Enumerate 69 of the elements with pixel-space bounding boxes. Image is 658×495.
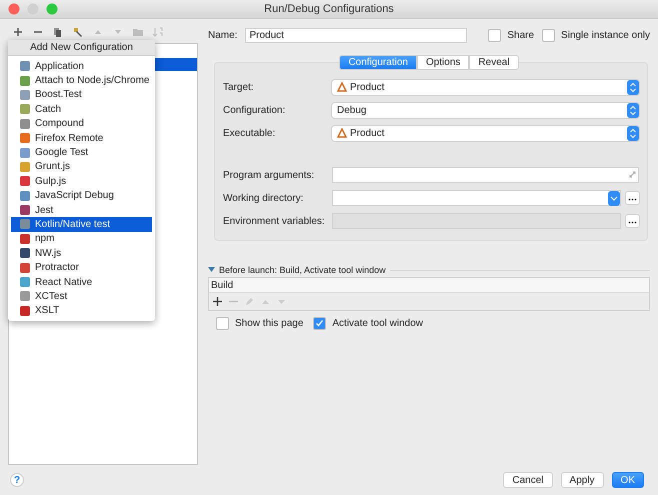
- window-title: Run/Debug Configurations: [264, 3, 394, 15]
- checkbox[interactable]: [542, 28, 556, 42]
- popup-item[interactable]: Catch: [11, 102, 152, 117]
- checkbox-label: Single instance only: [561, 30, 650, 40]
- field-label: Working directory:: [223, 192, 304, 204]
- field-label: Program arguments:: [223, 170, 316, 180]
- popup-item[interactable]: Boost.Test: [11, 88, 152, 102]
- ellipsis-icon: [628, 198, 637, 200]
- name-label: Name:: [208, 30, 238, 40]
- name-field[interactable]: Product: [245, 28, 468, 42]
- checkbox-label: Activate tool window: [332, 318, 423, 329]
- dialog-button[interactable]: Cancel: [503, 472, 553, 488]
- pencil-icon[interactable]: [245, 297, 254, 306]
- input-field[interactable]: [332, 167, 639, 183]
- tab[interactable]: Options: [416, 55, 470, 70]
- popup-item[interactable]: Compound: [11, 116, 152, 131]
- field-label: Configuration:: [223, 104, 286, 116]
- window-control-icon[interactable]: [27, 3, 39, 15]
- stepper-icon[interactable]: [627, 80, 639, 94]
- select-field[interactable]: Product: [332, 80, 639, 94]
- list-item[interactable]: Build: [209, 278, 649, 293]
- popup-item[interactable]: NW.js: [11, 246, 152, 260]
- popup-item[interactable]: npm: [11, 232, 152, 246]
- add-icon[interactable]: [12, 26, 24, 38]
- help-button[interactable]: ?: [10, 473, 24, 487]
- popup-title: Add New Configuration: [8, 40, 155, 56]
- checkbox-label: Show this page: [235, 318, 304, 329]
- checkbox-label: Share: [507, 30, 534, 40]
- popup-item[interactable]: Protractor: [11, 260, 152, 275]
- checkbox[interactable]: [216, 317, 229, 330]
- popup-item[interactable]: Application: [11, 59, 152, 74]
- copy-icon[interactable]: [52, 26, 64, 38]
- popup-item[interactable]: Gulp.js: [11, 174, 152, 189]
- stepper-icon[interactable]: [627, 126, 639, 140]
- browse-button[interactable]: [625, 191, 640, 205]
- checkmark-icon: [315, 319, 324, 328]
- expand-triangle-icon[interactable]: [208, 267, 215, 273]
- add-icon[interactable]: [213, 297, 222, 306]
- select-field[interactable]: Debug: [332, 102, 639, 118]
- popup-item[interactable]: Firefox Remote: [11, 130, 152, 146]
- ellipsis-icon: [628, 220, 637, 224]
- wrench-icon[interactable]: [72, 26, 84, 38]
- popup-item[interactable]: React Native: [11, 274, 152, 290]
- combo-field[interactable]: [332, 190, 621, 206]
- popup-item[interactable]: JavaScript Debug: [11, 188, 152, 203]
- target-icon: [337, 82, 347, 92]
- expand-icon[interactable]: [629, 171, 636, 178]
- checkbox[interactable]: [313, 317, 326, 330]
- popup-item[interactable]: XSLT: [11, 304, 152, 318]
- dialog-button[interactable]: Apply: [560, 472, 604, 488]
- field-label: Environment variables:: [223, 216, 326, 226]
- popup-item[interactable]: XCTest: [11, 289, 152, 304]
- target-icon: [337, 128, 347, 138]
- window-control-icon[interactable]: [46, 3, 58, 15]
- field-label: Executable:: [223, 128, 276, 138]
- field-label: Target:: [223, 82, 255, 92]
- popup-item[interactable]: Google Test: [11, 145, 152, 160]
- section-title: Before launch: Build, Activate tool window: [219, 265, 386, 275]
- select-field[interactable]: Product: [332, 126, 639, 140]
- tab[interactable]: Reveal: [469, 55, 519, 70]
- window-control-icon[interactable]: [8, 3, 20, 15]
- popup-item[interactable]: Kotlin/Native test: [11, 217, 152, 232]
- down-arrow-icon[interactable]: [277, 297, 286, 306]
- checkbox[interactable]: [488, 28, 502, 42]
- popup-item[interactable]: Jest: [11, 202, 152, 218]
- popup-item[interactable]: Attach to Node.js/Chrome: [11, 73, 152, 88]
- stepper-icon[interactable]: [627, 102, 639, 118]
- popup-item[interactable]: Grunt.js: [11, 160, 152, 174]
- browse-button[interactable]: [625, 214, 640, 228]
